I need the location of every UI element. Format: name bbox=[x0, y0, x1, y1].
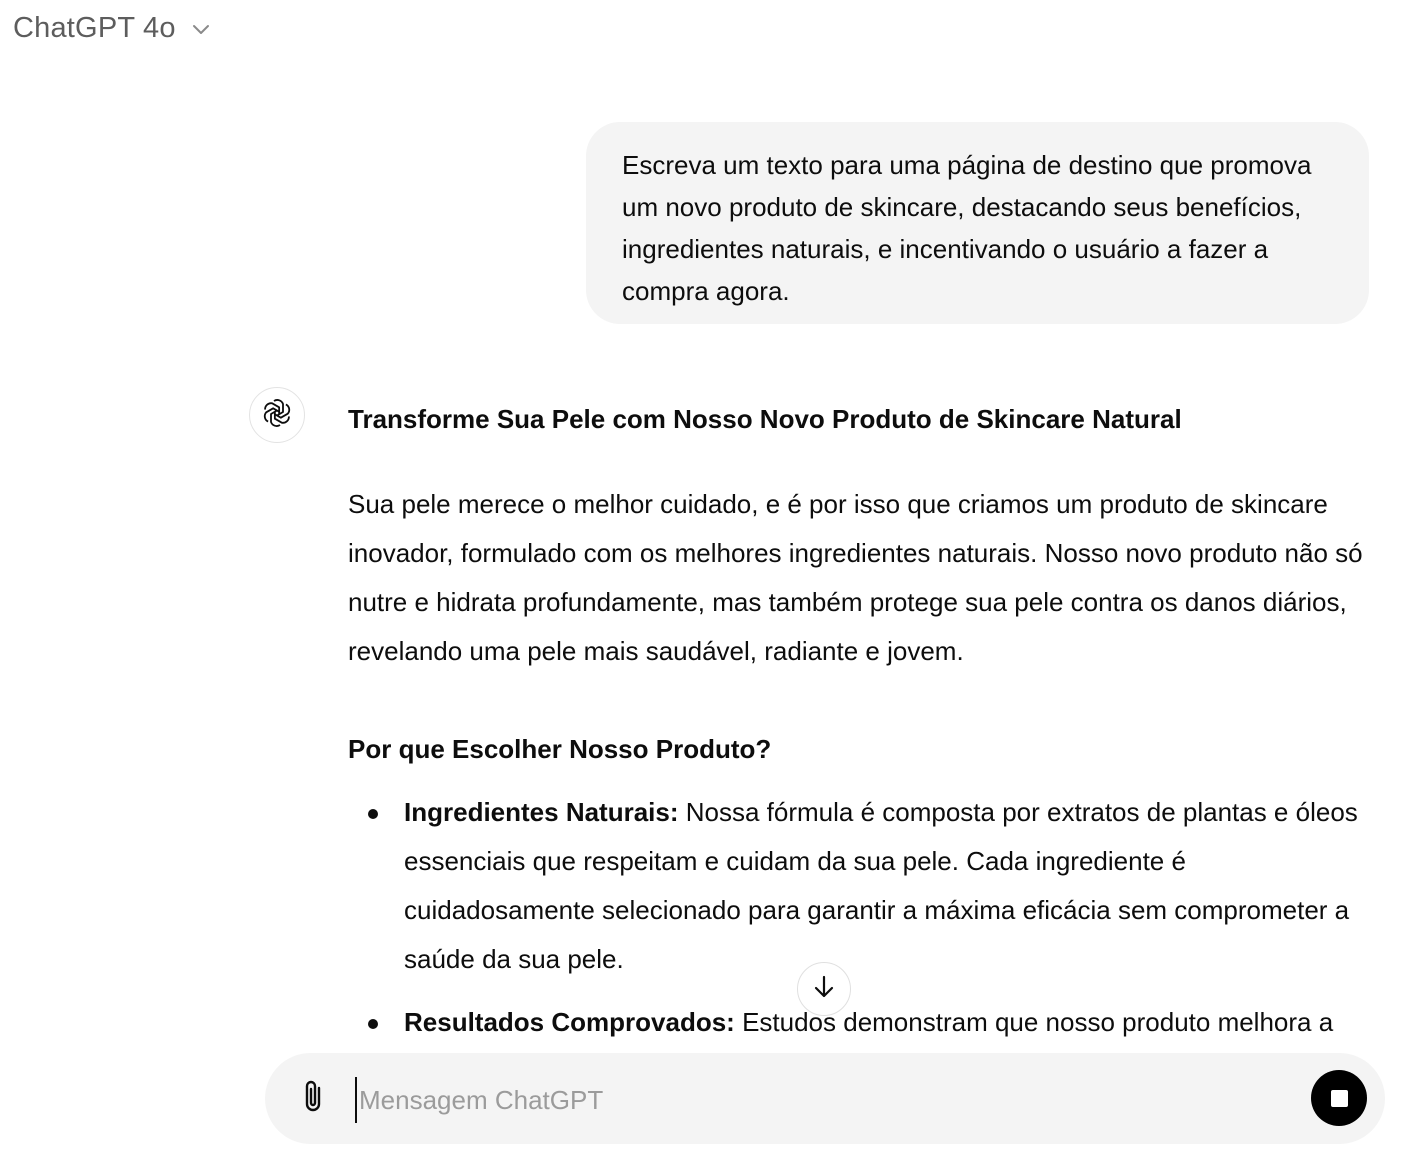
stop-button[interactable] bbox=[1311, 1070, 1367, 1126]
benefits-list: Ingredientes Naturais: Nossa fórmula é c… bbox=[348, 788, 1363, 1056]
message-composer bbox=[265, 1053, 1385, 1144]
chat-page: ChatGPT 4o Escreva um texto para uma pág… bbox=[0, 0, 1424, 1155]
scroll-to-bottom-button[interactable] bbox=[797, 962, 851, 1016]
model-selector[interactable]: ChatGPT 4o bbox=[13, 12, 212, 45]
list-item-label: Ingredientes Naturais: bbox=[404, 797, 679, 827]
response-title: Transforme Sua Pele com Nosso Novo Produ… bbox=[348, 404, 1182, 434]
chevron-down-icon bbox=[190, 18, 212, 40]
stop-icon bbox=[1330, 1089, 1348, 1107]
response-subtitle: Por que Escolher Nosso Produto? bbox=[348, 734, 772, 764]
list-item-label: Resultados Comprovados: bbox=[404, 1007, 735, 1037]
openai-logo-icon bbox=[260, 396, 294, 435]
list-item: Ingredientes Naturais: Nossa fórmula é c… bbox=[348, 788, 1363, 984]
arrow-down-icon bbox=[810, 973, 838, 1006]
model-name: ChatGPT 4o bbox=[13, 12, 176, 44]
paperclip-icon bbox=[299, 1078, 329, 1121]
assistant-message: Transforme Sua Pele com Nosso Novo Produ… bbox=[348, 398, 1363, 1056]
message-input[interactable] bbox=[355, 1077, 1301, 1123]
assistant-avatar bbox=[249, 387, 305, 443]
user-message: Escreva um texto para uma página de dest… bbox=[586, 122, 1369, 324]
attach-button[interactable] bbox=[297, 1079, 331, 1119]
response-intro: Sua pele merece o melhor cuidado, e é po… bbox=[348, 489, 1363, 666]
